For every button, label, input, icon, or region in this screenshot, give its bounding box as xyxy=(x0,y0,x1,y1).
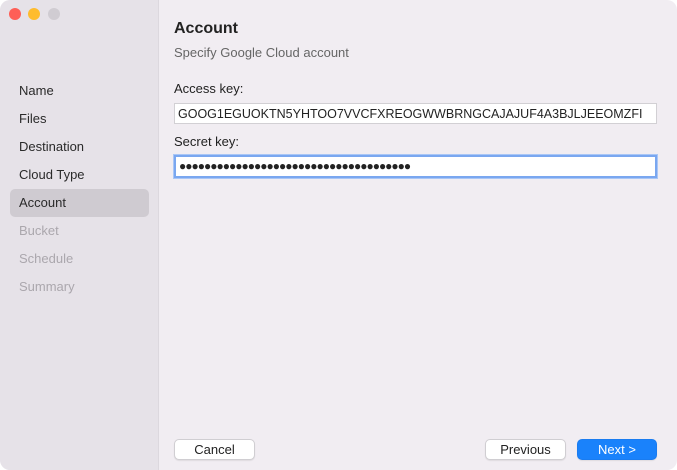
sidebar-item-schedule: Schedule xyxy=(19,251,74,266)
secret-key-label: Secret key: xyxy=(174,134,240,149)
access-key-label: Access key: xyxy=(174,81,244,96)
sidebar-item-bucket: Bucket xyxy=(19,223,59,238)
close-button[interactable] xyxy=(9,8,21,20)
cancel-button[interactable]: Cancel xyxy=(174,439,255,460)
minimize-button[interactable] xyxy=(28,8,40,20)
page-title: Account xyxy=(174,20,238,37)
sidebar-item-files[interactable]: Files xyxy=(10,105,149,133)
sidebar-item-destination[interactable]: Destination xyxy=(10,133,149,161)
sidebar-item-name[interactable]: Name xyxy=(10,77,149,105)
sidebar-item-cloud-type[interactable]: Cloud Type xyxy=(10,161,149,189)
wizard-window: Name Files Destination Cloud Type Accoun… xyxy=(0,0,677,470)
access-key-input[interactable]: GOOG1EGUOKTN5YHTOO7VVCFXREOGWWBRNGCAJAJU… xyxy=(174,103,657,124)
page-subtitle: Specify Google Cloud account xyxy=(174,45,349,60)
next-button[interactable]: Next > xyxy=(577,439,657,460)
secret-key-input[interactable]: ●●●●●●●●●●●●●●●●●●●●●●●●●●●●●●●●●●●●● xyxy=(174,155,657,178)
main-panel: Account Specify Google Cloud account Acc… xyxy=(160,0,677,470)
sidebar: Name Files Destination Cloud Type Accoun… xyxy=(0,0,159,470)
sidebar-item-account[interactable]: Account xyxy=(10,189,149,217)
zoom-button[interactable] xyxy=(48,8,60,20)
previous-button[interactable]: Previous xyxy=(485,439,566,460)
sidebar-item-summary: Summary xyxy=(19,279,75,294)
